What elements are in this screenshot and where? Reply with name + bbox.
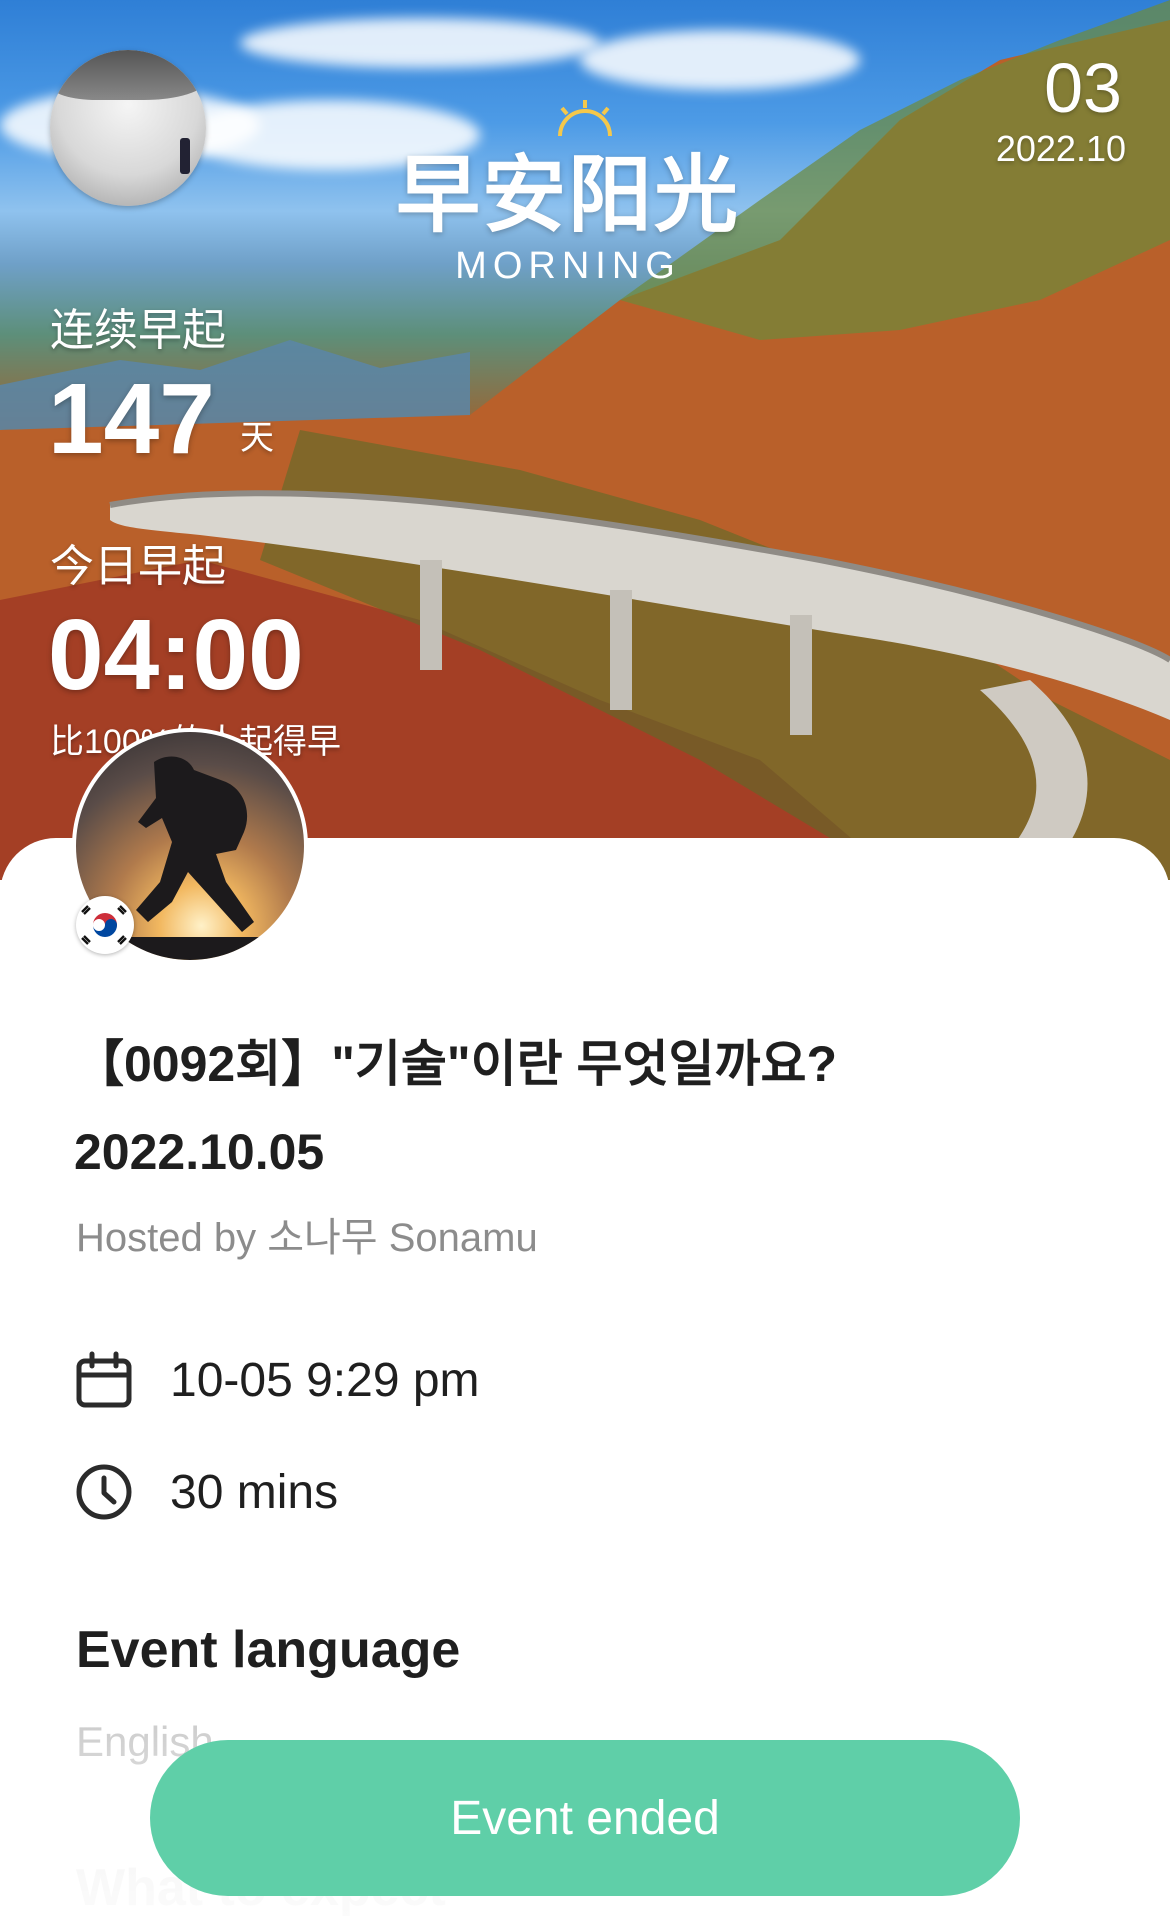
event-duration-row: 30 mins (74, 1462, 338, 1522)
today-wake-label: 今日早起 (50, 542, 226, 591)
host-line: Hosted by 소나무 Sonamu (76, 1216, 538, 1260)
streak-unit: 天 (240, 419, 274, 457)
calendar-icon (76, 1351, 132, 1408)
event-datetime: 10-05 9:29 pm (170, 1353, 480, 1407)
event-title: 【0092회】"기술"이란 무엇일까요? 2022.10.05 (74, 1020, 1094, 1196)
event-datetime-row: 10-05 9:29 pm (74, 1350, 480, 1410)
south-korea-flag-icon (76, 896, 134, 954)
clock-icon (76, 1464, 132, 1520)
avatar-cliff-shape (50, 50, 206, 100)
streak-count: 147 (48, 363, 215, 475)
calendar-month: 2022.10 (995, 128, 1126, 169)
today-wake-time: 04:00 (48, 599, 304, 711)
avatar-person-shape (180, 138, 190, 174)
event-ended-button[interactable]: Event ended (150, 1740, 1020, 1896)
user-avatar[interactable] (50, 50, 206, 206)
calendar-day: 03 (1044, 49, 1122, 127)
event-title-line1: 【0092회】"기술"이란 무엇일까요? (74, 1036, 838, 1092)
brand-subtitle: MORNING (455, 245, 681, 287)
brand-title: 早安阳光 (395, 145, 740, 244)
streak-label: 连续早起 (50, 306, 226, 355)
event-duration: 30 mins (170, 1465, 339, 1519)
event-title-line2: 2022.10.05 (74, 1124, 325, 1180)
language-heading: Event language (76, 1621, 461, 1679)
